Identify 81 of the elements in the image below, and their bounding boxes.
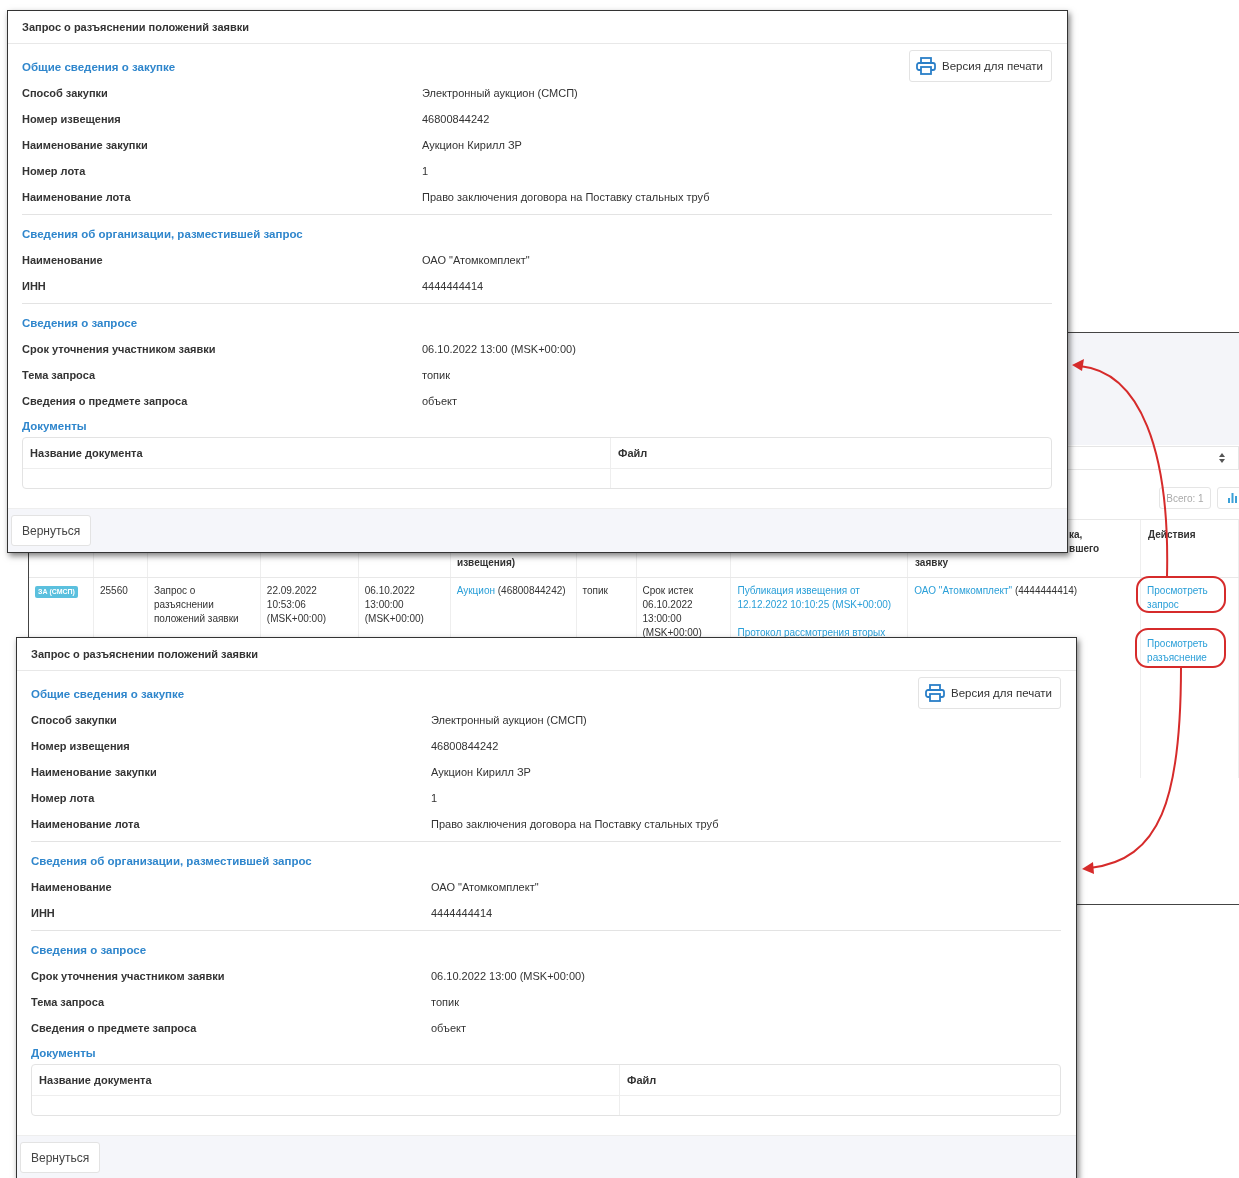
section-title: Сведения об организации, разместившей запрос bbox=[31, 855, 312, 867]
column-header: извещения) bbox=[457, 556, 516, 570]
field-value: Право заключения договора на Поставку стальных труб bbox=[422, 191, 710, 203]
field-value: Электронный аукцион (СМСП) bbox=[422, 87, 578, 99]
field-label: Тема запроса bbox=[31, 996, 106, 1008]
field-label: Номер извещения bbox=[22, 113, 122, 125]
field-label: Номер лота bbox=[31, 792, 96, 804]
field-value: топик bbox=[431, 996, 459, 1008]
total-count: Всего: 1 bbox=[1159, 487, 1211, 509]
field-label: Наименование лота bbox=[22, 191, 132, 203]
cell-link[interactable]: Аукцион bbox=[456, 585, 495, 596]
field-label: ИНН bbox=[22, 280, 47, 292]
sort-arrows-icon bbox=[1219, 453, 1225, 463]
table-cell-text: ОАО "Атомкомплект" (4444444414) bbox=[914, 584, 1079, 598]
field-label: Номер лота bbox=[22, 165, 87, 177]
field-label: Тема запроса bbox=[22, 369, 97, 381]
section-title: Общие сведения о закупке bbox=[22, 61, 176, 73]
action-link[interactable]: Просмотреть запрос bbox=[1147, 584, 1232, 612]
field-value: топик bbox=[422, 369, 450, 381]
field-value: 4444444414 bbox=[422, 280, 484, 292]
field-value: 46800844242 bbox=[431, 740, 499, 752]
field-label: Срок уточнения участником заявки bbox=[31, 970, 226, 982]
field-label: Наименование закупки bbox=[22, 139, 149, 151]
table-cell-text: топик bbox=[582, 584, 609, 598]
column-header: заявку bbox=[915, 556, 948, 570]
field-label: Наименование bbox=[31, 881, 113, 893]
column-header: Файл bbox=[618, 447, 648, 459]
printer-icon bbox=[916, 57, 937, 75]
field-value: 46800844242 bbox=[422, 113, 490, 125]
document-link[interactable]: Публикация извещения от 12.12.2022 10:10:25 (MSK+00:00) bbox=[737, 584, 902, 612]
back-button[interactable]: Вернуться bbox=[11, 515, 92, 546]
field-label: Сведения о предмете запроса bbox=[22, 395, 189, 407]
field-value: Аукцион Кирилл ЗР bbox=[422, 139, 522, 151]
column-header: Название документа bbox=[39, 1074, 152, 1086]
chart-button[interactable] bbox=[1217, 487, 1239, 509]
field-value: Аукцион Кирилл ЗР bbox=[431, 766, 531, 778]
table-cell-text: 25560 bbox=[99, 584, 129, 598]
field-label: Способ закупки bbox=[31, 714, 118, 726]
back-button[interactable]: Вернуться bbox=[20, 1142, 101, 1173]
field-value: ОАО "Атомкомплект" bbox=[431, 881, 539, 893]
table-cell-text: Запрос о разъяснении положений заявки bbox=[153, 584, 240, 626]
field-value: 4444444414 bbox=[431, 907, 493, 919]
dialog-title: Запрос о разъяснении положений заявки bbox=[17, 638, 1076, 671]
field-value: 06.10.2022 13:00 (MSK+00:00) bbox=[422, 343, 576, 355]
printer-icon bbox=[925, 684, 946, 702]
print-button[interactable]: Версия для печати bbox=[909, 50, 1052, 82]
field-value: объект bbox=[422, 395, 458, 407]
section-title: Общие сведения о закупке bbox=[31, 688, 185, 700]
field-label: Номер извещения bbox=[31, 740, 131, 752]
column-header: Файл bbox=[627, 1074, 657, 1086]
field-value: 1 bbox=[422, 165, 429, 177]
field-value: ОАО "Атомкомплект" bbox=[422, 254, 530, 266]
bar-chart-icon bbox=[1227, 493, 1237, 503]
table-cell-text: 06.10.2022 13:00:00 (MSK+00:00) bbox=[364, 584, 425, 626]
table-cell-text: Аукцион (46800844242) bbox=[456, 584, 567, 598]
field-label: Наименование bbox=[22, 254, 104, 266]
field-value: Электронный аукцион (СМСП) bbox=[431, 714, 587, 726]
column-header: Название документа bbox=[30, 447, 143, 459]
field-label: Сведения о предмете запроса bbox=[31, 1022, 198, 1034]
field-label: Срок уточнения участником заявки bbox=[22, 343, 217, 355]
table-cell-text: 22.09.2022 10:53:06 (MSK+00:00) bbox=[266, 584, 328, 626]
column-header: ка, вшего bbox=[1069, 528, 1101, 556]
section-title: Документы bbox=[31, 1046, 97, 1061]
document-link[interactable]: Протокол рассмотрения вторых bbox=[737, 626, 902, 640]
cell-link[interactable]: ОАО "Атомкомплект" bbox=[914, 585, 1013, 596]
field-label: Способ закупки bbox=[22, 87, 109, 99]
field-label: Наименование лота bbox=[31, 818, 141, 830]
field-value: объект bbox=[431, 1022, 467, 1034]
field-value: Право заключения договора на Поставку стальных труб bbox=[431, 818, 719, 830]
dialog-title: Запрос о разъяснении положений заявки bbox=[8, 11, 1067, 44]
field-value: 06.10.2022 13:00 (MSK+00:00) bbox=[431, 970, 585, 982]
section-title: Документы bbox=[22, 419, 88, 434]
print-button[interactable]: Версия для печати bbox=[918, 677, 1061, 709]
field-label: Наименование закупки bbox=[31, 766, 158, 778]
field-value: 1 bbox=[431, 792, 438, 804]
section-title: Сведения о запросе bbox=[31, 944, 147, 956]
table-cell-text: Срок истек 06.10.2022 13:00:00 (MSK+00:00) bbox=[642, 584, 703, 640]
field-label: ИНН bbox=[31, 907, 56, 919]
action-link[interactable]: Просмотреть разъяснение bbox=[1147, 637, 1232, 665]
section-title: Сведения об организации, разместившей запрос bbox=[22, 228, 303, 240]
section-title: Сведения о запросе bbox=[22, 317, 138, 329]
